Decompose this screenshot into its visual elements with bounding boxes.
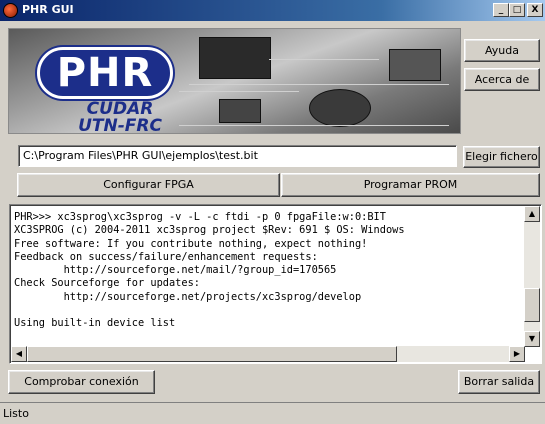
banner-image: PHR CUDAR UTN-FRC	[8, 28, 461, 134]
main-window: PHR GUI _ □ X PHR CUDAR UTN-FRC Ayuda Ac…	[0, 0, 545, 424]
console-text: PHR>>> xc3sprog\xc3sprog -v -L -c ftdi -…	[14, 211, 405, 330]
scroll-right-icon[interactable]: ▶	[509, 346, 525, 362]
acerca-de-button[interactable]: Acerca de	[464, 68, 540, 91]
vertical-scroll-thumb[interactable]	[524, 288, 540, 322]
status-text: Listo	[3, 407, 29, 420]
scroll-left-icon[interactable]: ◀	[11, 346, 27, 362]
window-title: PHR GUI	[22, 3, 74, 16]
vertical-scrollbar[interactable]: ▲ ▼	[524, 206, 540, 347]
scroll-up-icon[interactable]: ▲	[524, 206, 540, 222]
comprobar-conexion-button[interactable]: Comprobar conexión	[8, 370, 155, 394]
programar-prom-button[interactable]: Programar PROM	[281, 173, 540, 197]
title-bar[interactable]: PHR GUI _ □ X	[0, 0, 545, 21]
app-icon	[3, 3, 18, 18]
ayuda-button[interactable]: Ayuda	[464, 39, 540, 62]
configurar-fpga-button[interactable]: Configurar FPGA	[17, 173, 280, 197]
horizontal-scrollbar[interactable]: ◀ ▶	[11, 346, 525, 362]
status-bar: Listo	[0, 402, 545, 424]
close-button[interactable]: X	[527, 3, 543, 17]
output-console[interactable]: PHR>>> xc3sprog\xc3sprog -v -L -c ftdi -…	[9, 204, 542, 364]
borrar-salida-button[interactable]: Borrar salida	[458, 370, 540, 394]
elegir-fichero-button[interactable]: Elegir fichero	[463, 146, 540, 168]
minimize-button[interactable]: _	[493, 3, 509, 17]
maximize-button[interactable]: □	[509, 3, 525, 17]
phr-logo: PHR	[37, 47, 173, 99]
scroll-down-icon[interactable]: ▼	[524, 331, 540, 347]
horizontal-scroll-thumb[interactable]	[27, 346, 397, 362]
file-path-field[interactable]: C:\Program Files\PHR GUI\ejemplos\test.b…	[18, 145, 457, 167]
logo-subtitle: CUDAR UTN-FRC	[78, 99, 162, 134]
